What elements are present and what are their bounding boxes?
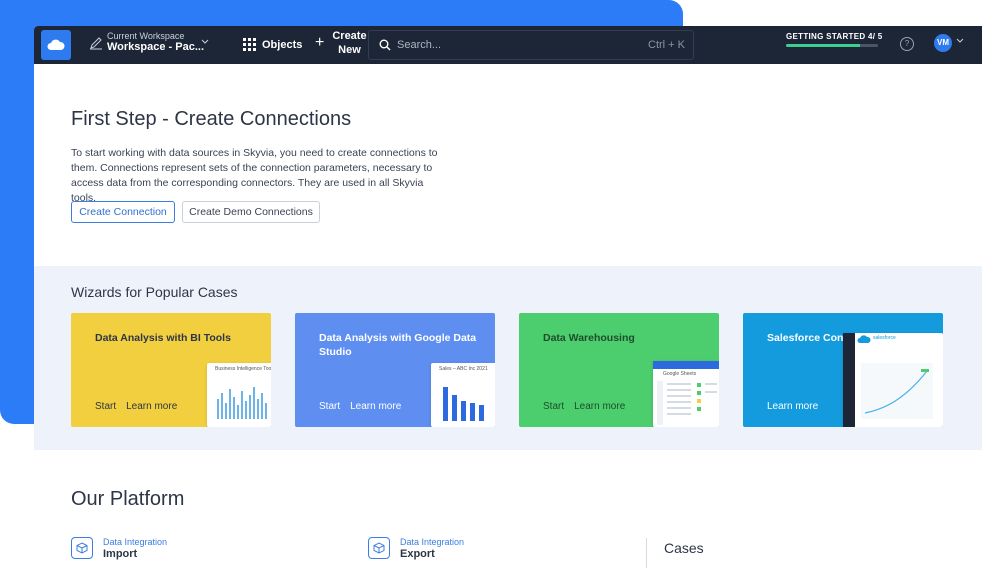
data-studio-preview: Sales – ABC Inc 2021	[431, 363, 495, 427]
line-chart-icon	[861, 363, 933, 419]
app-window: Current Workspace Workspace - Pac... Obj…	[34, 26, 982, 586]
top-navigation-bar: Current Workspace Workspace - Pac... Obj…	[34, 26, 982, 64]
wizard-learn-more-link[interactable]: Learn more	[767, 401, 818, 412]
wizard-learn-more-link[interactable]: Learn more	[350, 401, 401, 412]
create-demo-connections-button[interactable]: Create Demo Connections	[182, 201, 320, 223]
wizard-learn-more-link[interactable]: Learn more	[126, 401, 177, 412]
wizard-start-link[interactable]: Start	[319, 401, 340, 412]
salesforce-cloud-icon	[857, 335, 871, 343]
grid-icon	[243, 38, 256, 51]
bar-chart-icon	[217, 387, 267, 419]
data-studio-preview-title: Sales – ABC Inc 2021	[439, 366, 488, 372]
warehousing-preview: Google Sheets	[653, 361, 719, 427]
chevron-down-icon	[201, 39, 209, 44]
plus-icon: +	[315, 34, 325, 51]
user-avatar[interactable]: VM	[934, 34, 952, 52]
wizard-card-bi-tools[interactable]: Data Analysis with BI Tools Business Int…	[71, 313, 271, 427]
wizard-card-google-data-studio[interactable]: Data Analysis with Google Data Studio Sa…	[295, 313, 495, 427]
platform-item-caption: Data Integration	[400, 537, 465, 547]
platform-item-import[interactable]: Data Integration Import	[71, 537, 167, 560]
wizard-learn-more-link[interactable]: Learn more	[574, 401, 625, 412]
platform-item-export[interactable]: Data Integration Export	[368, 537, 464, 560]
wizard-card-data-warehousing[interactable]: Data Warehousing Google Sheets Start Lea…	[519, 313, 719, 427]
create-connection-button[interactable]: Create Connection	[71, 201, 175, 223]
spreadsheet-icon	[657, 381, 717, 425]
platform-item-caption: Data Integration	[103, 537, 168, 547]
search-icon	[379, 39, 391, 51]
create-label-line2: New	[338, 44, 361, 56]
search-input[interactable]	[397, 39, 649, 51]
page-title: First Step - Create Connections	[71, 108, 352, 130]
chevron-down-icon[interactable]	[956, 38, 964, 44]
skyvia-logo-icon[interactable]	[41, 30, 71, 60]
wizard-card-title: Data Analysis with BI Tools	[95, 332, 231, 344]
workspace-name: Workspace - Pac...	[107, 41, 205, 53]
bar-chart-icon	[443, 387, 484, 421]
create-label-line1: Create	[332, 30, 367, 42]
platform-item-name: Export	[400, 548, 435, 560]
platform-title: Our Platform	[71, 488, 185, 510]
create-new-button[interactable]: + Create New	[315, 29, 367, 57]
first-step-description: To start working with data sources in Sk…	[71, 147, 438, 204]
cube-icon	[368, 537, 390, 559]
search-box[interactable]: Ctrl + K	[368, 30, 694, 60]
divider	[646, 538, 647, 568]
cube-icon	[71, 537, 93, 559]
search-shortcut: Ctrl + K	[648, 39, 685, 51]
objects-label: Objects	[262, 38, 303, 51]
salesforce-preview: salesforce	[843, 333, 943, 427]
getting-started-progress[interactable]: GETTING STARTED 4/ 5	[786, 32, 883, 47]
wizard-start-link[interactable]: Start	[95, 401, 116, 412]
wizard-card-title: Data Warehousing	[543, 332, 635, 344]
wizard-start-link[interactable]: Start	[543, 401, 564, 412]
cases-heading[interactable]: Cases	[664, 540, 704, 556]
getting-started-bar	[786, 44, 878, 47]
getting-started-fill	[786, 44, 860, 47]
pen-icon	[90, 37, 102, 50]
workspace-caption: Current Workspace	[107, 31, 185, 41]
wizard-card-title: Data Analysis with Google Data Studio	[319, 332, 477, 358]
wizard-card-salesforce-connect[interactable]: Salesforce Connect salesforce Learn more	[743, 313, 943, 427]
getting-started-label: GETTING STARTED 4/ 5	[786, 32, 883, 41]
platform-item-name: Import	[103, 548, 138, 560]
wizards-title: Wizards for Popular Cases	[71, 284, 238, 300]
bi-tool-preview-title: Business Intelligence Tool	[215, 366, 271, 372]
salesforce-preview-title: salesforce	[873, 335, 896, 341]
bi-tool-preview: Business Intelligence Tool	[207, 363, 271, 427]
wizards-section: Wizards for Popular Cases Data Analysis …	[34, 266, 982, 450]
objects-menu[interactable]: Objects	[243, 38, 302, 51]
help-icon[interactable]: ?	[900, 37, 914, 51]
warehousing-preview-title: Google Sheets	[663, 371, 697, 377]
